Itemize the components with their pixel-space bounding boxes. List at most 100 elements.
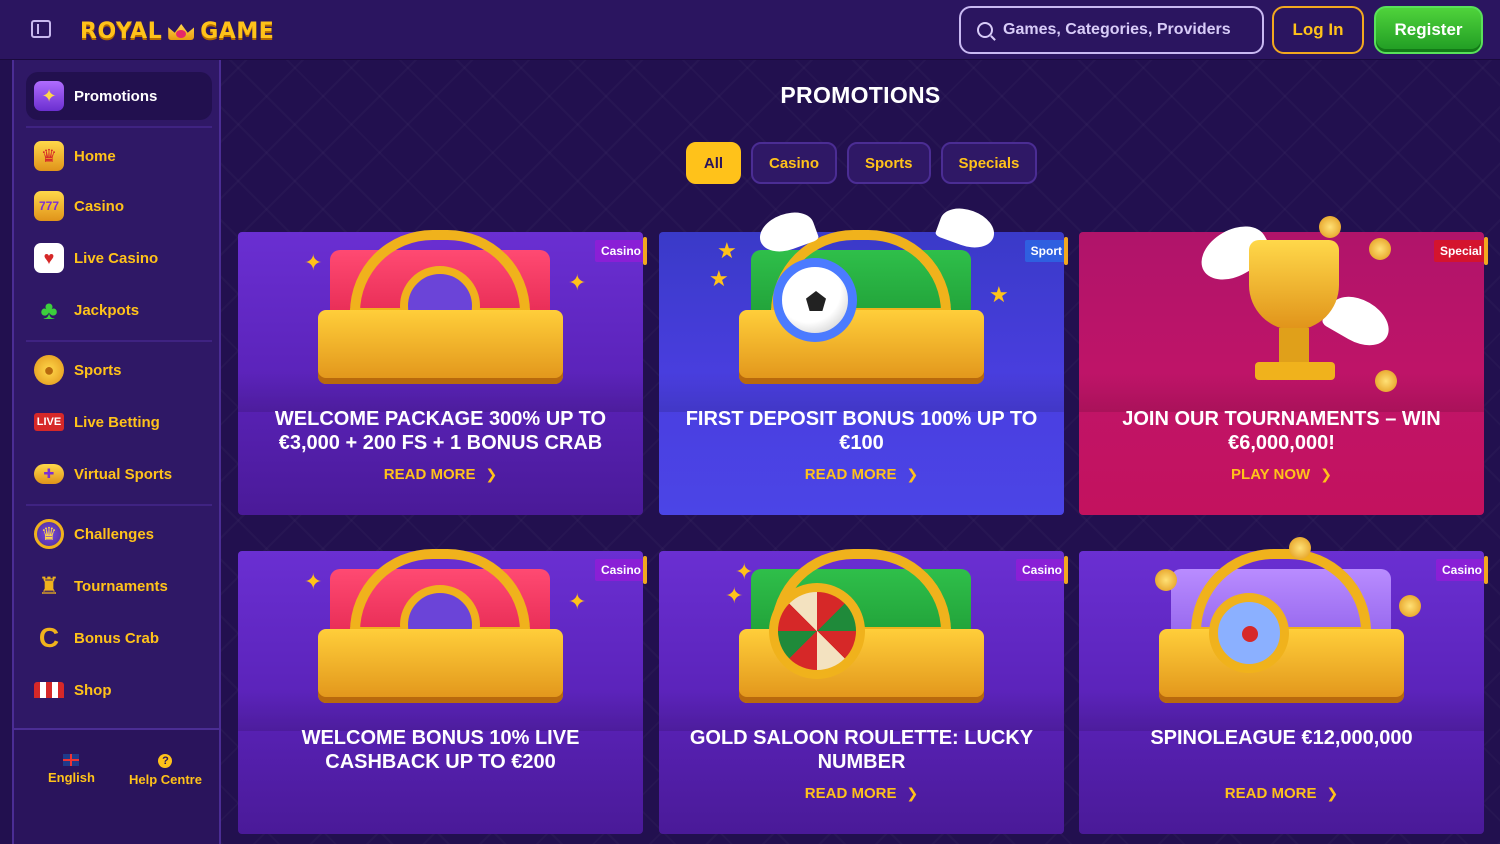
coin-icon (1319, 216, 1341, 238)
link-label: READ MORE (804, 466, 897, 483)
sidebar-item-label: Home (74, 147, 116, 165)
wing-icon (934, 201, 1000, 255)
help-icon: ? (158, 754, 173, 768)
sidebar-item-label: Promotions (74, 87, 158, 105)
sidebar-item-casino[interactable]: 777 Casino (26, 182, 212, 230)
sparkle-icon: ✦ (568, 589, 587, 614)
sidebar-item-label: Tournaments (74, 577, 168, 595)
sidebar-item-virtual-sports[interactable]: ✚ Virtual Sports (26, 450, 212, 498)
sidebar-item-live-betting[interactable]: LIVE Live Betting (26, 398, 212, 446)
sidebar-item-tournaments[interactable]: ♜ Tournaments (26, 562, 212, 610)
filter-casino[interactable]: Casino (751, 142, 838, 184)
search-input[interactable] (1003, 21, 1253, 39)
sidebar-item-live-casino[interactable]: ♥ Live Casino (26, 234, 212, 282)
category-tag: Casino (594, 237, 648, 265)
link-label: READ MORE (1224, 785, 1317, 802)
link-label: READ MORE (383, 466, 476, 483)
filter-specials[interactable]: Specials (940, 142, 1038, 184)
live-badge-icon: LIVE (34, 413, 64, 431)
brand-name-part2: GAME (200, 18, 275, 44)
brand-name-part1: ROYAL (80, 18, 163, 44)
clover-icon: ♣ (40, 294, 58, 325)
search-box[interactable] (959, 6, 1264, 54)
category-tag: Casino (1435, 556, 1489, 584)
promo-card[interactable]: ✦ ✦ Casino WELCOME BONUS 10% LIVE CASHBA… (238, 549, 648, 834)
treasure-chest-football-illustration: ★ ★ ★ (659, 201, 1064, 400)
read-more-link[interactable]: READ MORE ❯ (659, 785, 1064, 802)
treasure-chest-roulette-illustration: ✦ ✦ (659, 529, 1064, 719)
sidebar-divider (26, 340, 212, 342)
filter-sports[interactable]: Sports (847, 142, 931, 184)
sparkle-icon: ✦ (725, 583, 744, 608)
coin-icon (1399, 595, 1421, 617)
register-button[interactable]: Register (1374, 6, 1483, 54)
treasure-chest-crown-illustration: ✦ ✦ (238, 529, 643, 719)
sidebar-item-label: Live Betting (74, 413, 160, 431)
sidebar-item-label: Bonus Crab (74, 629, 160, 647)
promo-card[interactable]: Casino SPINOLEAGUE €12,000,000 READ MORE… (1079, 537, 1489, 834)
star-icon: ★ (989, 282, 1009, 307)
language-selector[interactable]: English (48, 754, 95, 785)
sidebar-item-promotions[interactable]: ✦ Promotions (26, 72, 212, 120)
vault-dial-icon (1209, 593, 1289, 673)
login-button[interactable]: Log In (1272, 6, 1364, 54)
promo-title: SPINOLEAGUE €12,000,000 (1150, 727, 1413, 749)
roulette-wheel-icon (769, 583, 865, 679)
gift-icon: ✦ (34, 81, 64, 111)
sidebar-item-home[interactable]: ♛ Home (26, 132, 212, 180)
main-content: PROMOTIONS All Casino Sports Specials ✦ … (221, 60, 1500, 844)
sidebar-divider (26, 126, 212, 128)
crown-home-icon: ♛ (34, 141, 64, 171)
sparkle-icon: ✦ (568, 270, 587, 295)
promo-title: FIRST DEPOSIT BONUS 100% UP TO €100 (685, 408, 1038, 454)
help-centre-link[interactable]: ? Help Centre (129, 754, 202, 787)
promo-card[interactable]: ✦ ✦ Casino GOLD SALOON ROULETTE: LUCKY N… (659, 549, 1069, 834)
gamepad-icon: ✚ (34, 464, 64, 484)
coin-icon (1369, 238, 1391, 260)
chevron-right-icon: ❯ (906, 466, 919, 482)
slot-machine-icon: 777 (34, 191, 64, 221)
read-more-link[interactable]: READ MORE ❯ (238, 466, 643, 483)
promo-card[interactable]: ★ ★ ★ Sport FIRST DEPOSIT BONUS 100% UP … (659, 201, 1069, 515)
trophy-icon (1249, 240, 1339, 330)
promo-title: WELCOME PACKAGE 300% UP TO €3,000 + 200 … (274, 408, 607, 454)
category-tag: Sport (1024, 237, 1069, 265)
crown-logo-icon (166, 18, 196, 44)
play-now-link[interactable]: PLAY NOW ❯ (1079, 466, 1484, 483)
treasure-chest-crown-illustration: ✦ ✦ (238, 210, 643, 400)
sidebar-item-sports[interactable]: ● Sports (26, 346, 212, 394)
sidebar-toggle-icon[interactable] (31, 20, 51, 38)
sidebar-item-label: Jackpots (74, 301, 140, 319)
read-more-link[interactable]: READ MORE ❯ (1079, 785, 1484, 802)
promo-card[interactable]: ✦ ✦ Casino WELCOME PACKAGE 300% UP TO €3… (238, 230, 648, 515)
sidebar-footer: English ? Help Centre (14, 728, 219, 844)
crab-claw-icon: C (38, 622, 60, 653)
filter-all[interactable]: All (686, 142, 741, 184)
ball-icon: ● (34, 355, 64, 385)
promo-title: JOIN OUR TOURNAMENTS – WIN €6,000,000! (1122, 408, 1441, 454)
sidebar-item-label: Virtual Sports (74, 465, 173, 483)
sidebar-divider (26, 504, 212, 506)
language-label: English (48, 770, 95, 785)
sidebar-item-challenges[interactable]: ♛ Challenges (26, 510, 212, 558)
shop-icon (34, 682, 64, 698)
sidebar-item-bonus-crab[interactable]: C Bonus Crab (26, 614, 212, 662)
cards-icon: ♥ (34, 243, 64, 273)
football-icon (773, 258, 857, 342)
sidebar: ✦ Promotions ♛ Home 777 Casino ♥ Live Ca… (12, 60, 221, 844)
promo-card[interactable]: Special JOIN OUR TOURNAMENTS – WIN €6,00… (1079, 215, 1489, 515)
coin-icon (1289, 537, 1311, 559)
category-tag: Casino (594, 556, 648, 584)
category-tag: Casino (1015, 556, 1069, 584)
sidebar-item-shop[interactable]: Shop (26, 666, 212, 714)
sidebar-item-label: Sports (74, 361, 122, 379)
search-icon (977, 22, 993, 38)
read-more-link[interactable]: READ MORE ❯ (659, 466, 1064, 483)
sparkle-icon: ✦ (735, 559, 754, 584)
top-header: ROYAL GAME Log In Register (0, 0, 1500, 60)
brand-logo[interactable]: ROYAL GAME (80, 14, 274, 48)
sparkle-icon: ✦ (304, 569, 323, 594)
star-icon: ★ (709, 266, 729, 291)
link-label: READ MORE (804, 785, 897, 802)
sidebar-item-jackpots[interactable]: ♣ Jackpots (26, 286, 212, 334)
